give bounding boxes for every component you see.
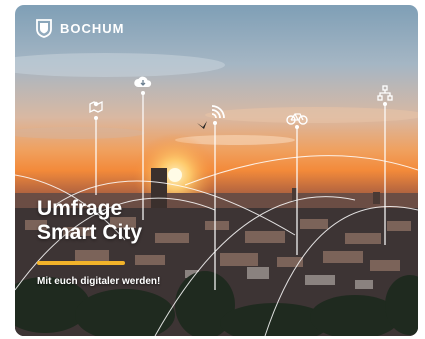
cloud-download-icon: [134, 76, 152, 87]
brand-name: BOCHUM: [60, 20, 125, 36]
title-line-1: Umfrage: [37, 197, 123, 220]
bicycle-icon: [286, 113, 308, 125]
cloud: [205, 107, 418, 123]
map-pin-icon: [89, 100, 103, 114]
tower-building: [151, 168, 167, 208]
sun-core: [168, 168, 182, 182]
title-accent-bar: [37, 261, 125, 265]
wifi-icon: [211, 105, 225, 119]
bird-silhouette: [197, 121, 207, 129]
title-line-2: Smart City: [37, 221, 143, 244]
campaign-title: Umfrage Smart City: [37, 197, 142, 245]
cloud: [15, 53, 225, 77]
campaign-subtitle: Mit euch digitaler werden!: [37, 276, 161, 287]
network-icon: [377, 85, 393, 101]
bochum-shield-icon: [36, 19, 52, 38]
brand-logo[interactable]: BOCHUM: [35, 18, 125, 38]
smart-city-banner[interactable]: BOCHUM Umfrage Smart City Mit euch digit…: [15, 5, 418, 336]
cloud: [15, 127, 145, 139]
skyline-building: [373, 192, 380, 204]
